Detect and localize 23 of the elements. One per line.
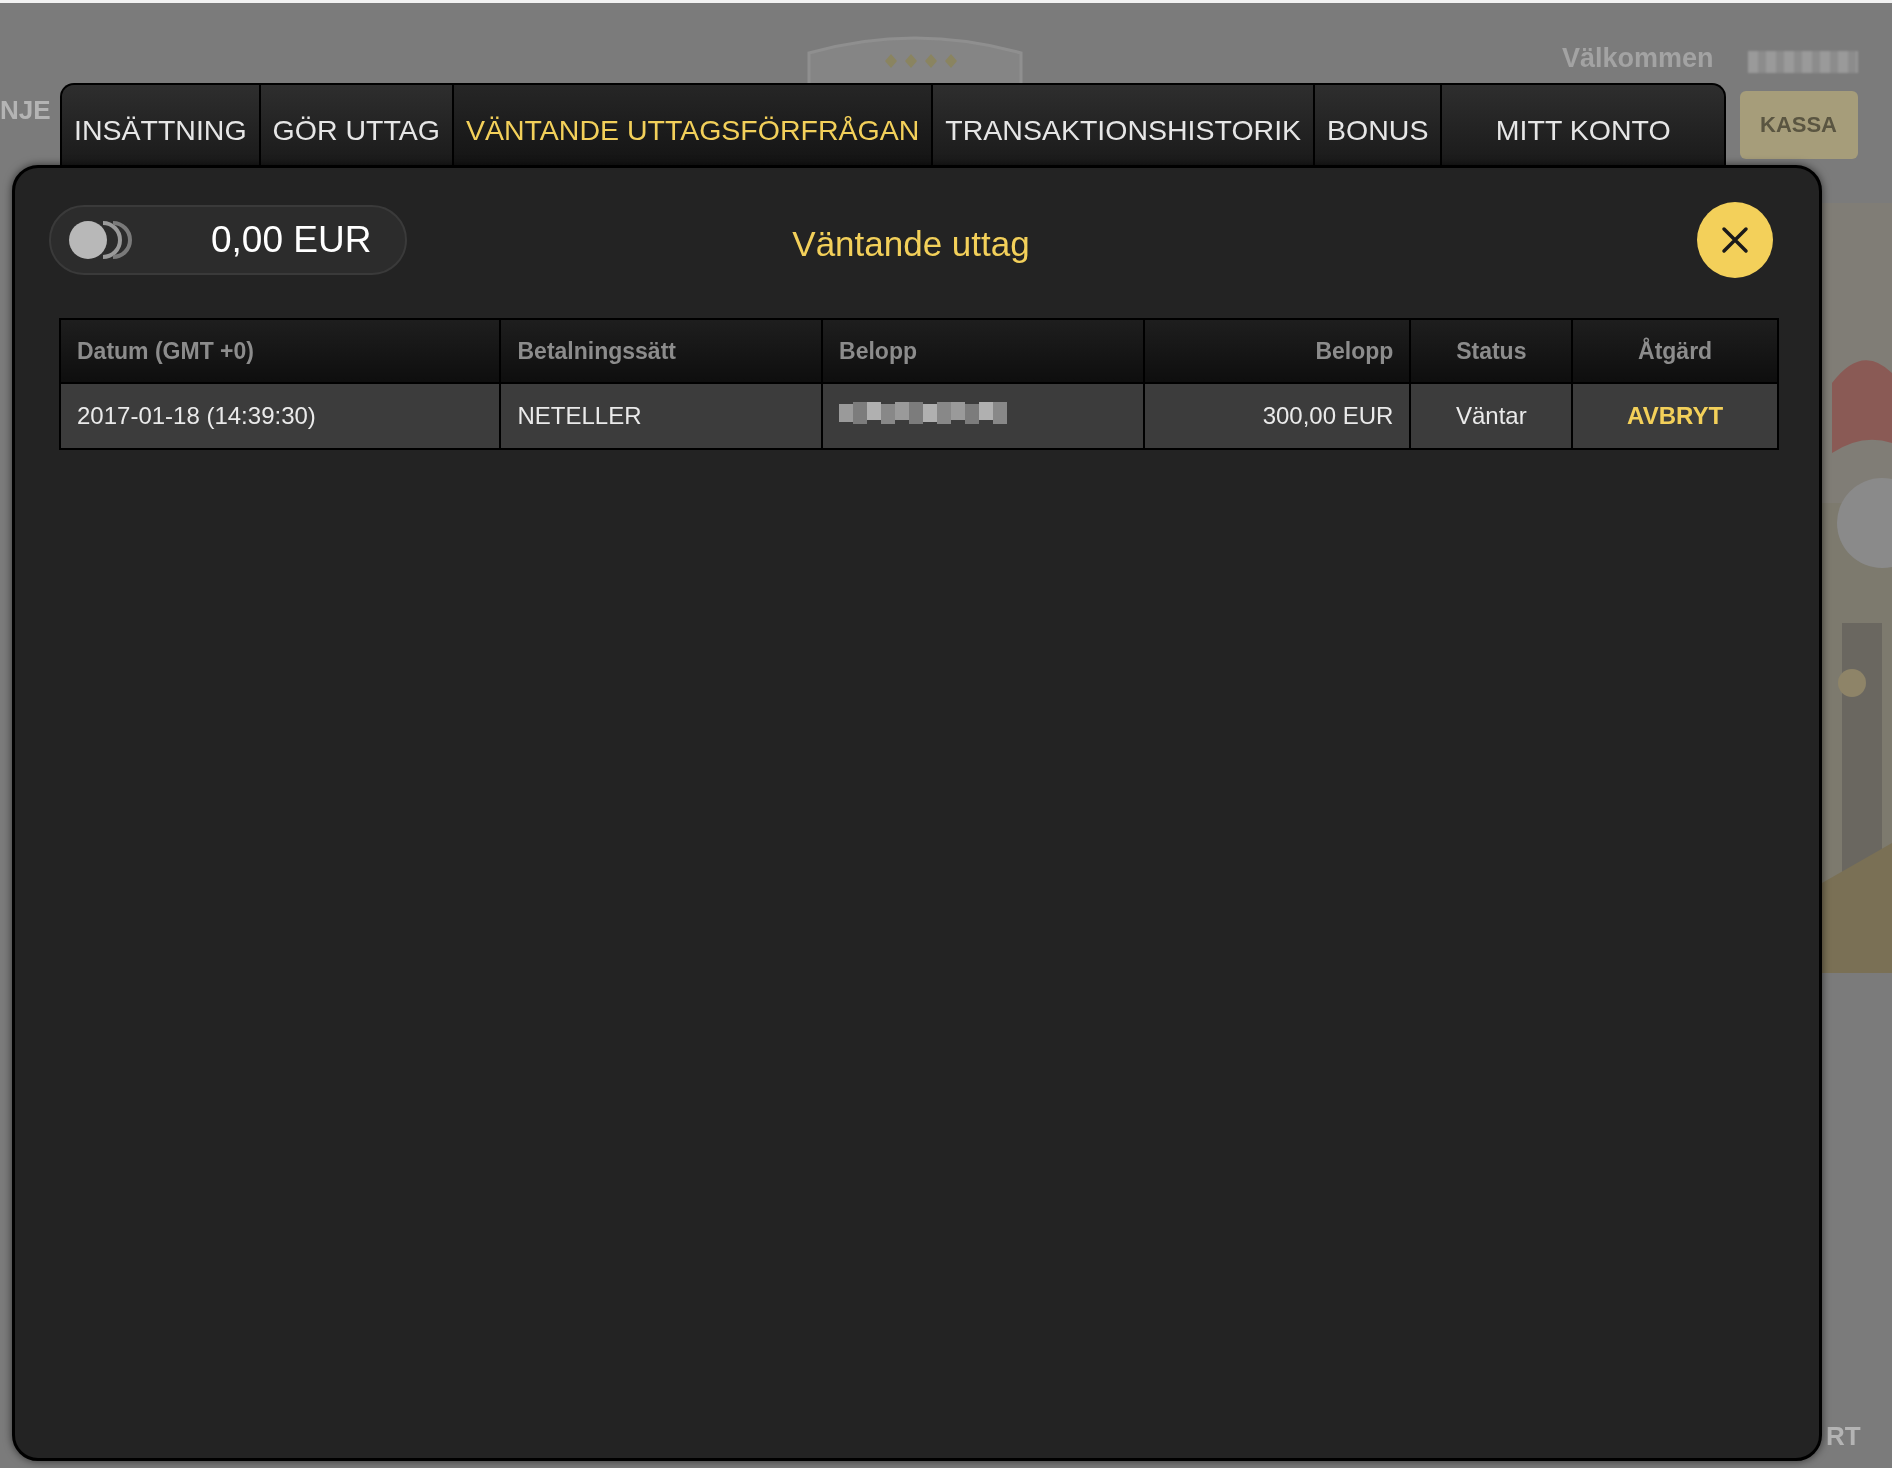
column-header: Betalningssätt — [517, 337, 676, 364]
tab[interactable]: INSÄTTNING — [62, 85, 261, 165]
table-cell: 300,00 EUR — [1262, 402, 1394, 429]
column-header: Åtgärd — [1638, 337, 1713, 364]
cancel-link[interactable]: AVBRYT — [1627, 402, 1724, 429]
toggle-icon[interactable] — [67, 219, 133, 261]
background-text: RT — [1826, 1421, 1861, 1452]
table-cell: NETELLER — [517, 402, 642, 429]
column-header: Belopp — [1315, 337, 1394, 364]
balance-amount: 0,00 EUR — [211, 219, 372, 261]
tab[interactable]: VÄNTANDE UTTAGSFÖRFRÅGAN — [453, 85, 934, 165]
table-cell: 2017-01-18 (14:39:30) — [77, 402, 316, 429]
column-header: Belopp — [839, 337, 918, 364]
background-text: NJE — [0, 95, 51, 126]
tab[interactable]: TRANSAKTIONSHISTORIK — [933, 85, 1316, 165]
table-cell: Väntar — [1455, 402, 1527, 429]
modal-title: Väntande uttag — [792, 224, 1030, 264]
tab[interactable]: MITT KONTO — [1442, 85, 1724, 165]
column-header: Status — [1456, 337, 1527, 364]
close-icon — [1721, 226, 1749, 254]
tab[interactable]: BONUS — [1315, 85, 1443, 165]
column-header: Datum (GMT +0) — [77, 337, 254, 364]
tab[interactable]: GÖR UTTAG — [260, 85, 454, 165]
